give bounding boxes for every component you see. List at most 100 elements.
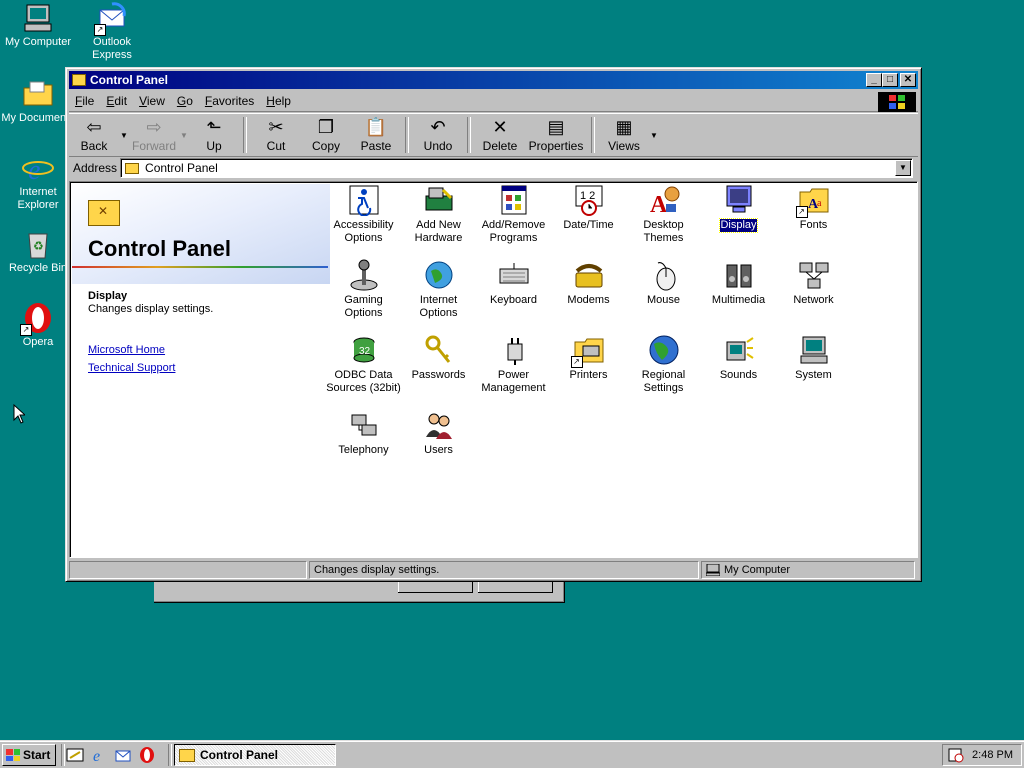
address-input[interactable]: Control Panel ▼ <box>120 158 913 178</box>
back-arrow-icon: ⇦ <box>86 117 102 137</box>
paste-button[interactable]: 📋 Paste <box>351 115 401 155</box>
shortcut-arrow-icon: ↗ <box>94 24 106 36</box>
menu-view[interactable]: View <box>133 94 171 108</box>
item-display[interactable]: Display <box>701 184 776 233</box>
desktop-icon-label: My Computer <box>4 36 72 48</box>
microsoft-home-link[interactable]: Microsoft Home <box>88 344 165 356</box>
delete-button[interactable]: ✕ Delete <box>475 115 525 155</box>
item-users[interactable]: Users <box>401 409 476 457</box>
multimedia-icon <box>723 259 755 291</box>
fonts-folder-icon: Aa ↗ <box>795 184 830 218</box>
menu-bar: File Edit View Go Favorites Help <box>69 91 918 112</box>
item-fonts[interactable]: Aa ↗ Fonts <box>776 184 851 232</box>
item-passwords[interactable]: Passwords <box>401 334 476 382</box>
computer-icon <box>706 564 720 576</box>
item-desktop-themes[interactable]: A Desktop Themes <box>626 184 701 245</box>
back-dropdown-icon[interactable]: ▼ <box>119 131 129 140</box>
globe-icon <box>423 259 455 291</box>
item-printers[interactable]: ↗ Printers <box>551 334 626 382</box>
technical-support-link[interactable]: Technical Support <box>88 362 175 374</box>
desktop-icon-label: Outlook Express <box>92 36 132 61</box>
hardware-icon <box>423 184 455 216</box>
item-regional-settings[interactable]: Regional Settings <box>626 334 701 395</box>
item-mouse[interactable]: Mouse <box>626 259 701 307</box>
pane-divider <box>72 266 328 268</box>
menu-help[interactable]: Help <box>260 94 297 108</box>
copy-button[interactable]: ❐ Copy <box>301 115 351 155</box>
internet-explorer-icon[interactable]: e <box>90 746 108 765</box>
toolbar-separator <box>405 117 409 153</box>
opera-icon[interactable] <box>138 746 156 764</box>
printer-folder-icon: ↗ <box>570 334 605 368</box>
keyboard-icon <box>498 259 530 291</box>
taskbar-button-control-panel[interactable]: Control Panel <box>174 744 336 766</box>
svg-text:e: e <box>28 155 40 184</box>
item-gaming-options[interactable]: Gaming Options <box>326 259 401 320</box>
selected-item-name: Display <box>88 290 128 302</box>
status-zone-label: My Computer <box>724 564 791 576</box>
toolbar-separator <box>467 117 471 153</box>
minimize-button[interactable]: _ <box>866 73 882 87</box>
outlook-express-icon[interactable] <box>114 746 132 764</box>
start-button[interactable]: Start <box>2 744 56 766</box>
item-internet-options[interactable]: Internet Options <box>401 259 476 320</box>
telephone-icon <box>573 259 605 291</box>
item-multimedia[interactable]: Multimedia <box>701 259 776 307</box>
menu-go[interactable]: Go <box>171 94 199 108</box>
accessibility-icon <box>348 184 380 217</box>
item-power-management[interactable]: Power Management <box>476 334 551 395</box>
item-modems[interactable]: Modems <box>551 259 626 307</box>
views-button[interactable]: ▦ Views <box>599 115 649 155</box>
back-button[interactable]: ⇦ Back <box>69 115 119 155</box>
forward-dropdown-icon[interactable]: ▼ <box>179 131 189 140</box>
telephony-icon <box>348 409 380 441</box>
speaker-icon <box>723 334 755 366</box>
item-odbc-data-sources[interactable]: 32 ODBC Data Sources (32bit) <box>326 334 401 395</box>
menu-file[interactable]: File <box>69 94 100 108</box>
up-folder-icon: ⬑ <box>206 117 222 137</box>
toolbar-separator <box>591 117 595 153</box>
item-date-time[interactable]: 1 2 Date/Time <box>551 184 626 232</box>
undo-icon: ↶ <box>430 117 446 137</box>
status-bar: Changes display settings. My Computer <box>69 561 918 579</box>
joystick-icon <box>348 259 380 291</box>
show-desktop-icon[interactable] <box>66 746 84 764</box>
globe-icon <box>648 334 680 366</box>
item-keyboard[interactable]: Keyboard <box>476 259 551 307</box>
toolbar: ⇦ Back ▼ ⇨ Forward ▼ ⬑ Up ✂ Cut ❐ Copy 📋 Paste… <box>69 113 918 157</box>
item-add-remove-programs[interactable]: Add/Remove Programs <box>476 184 551 245</box>
title-bar[interactable]: Control Panel _ □ ✕ <box>69 71 918 89</box>
odbc-database-icon: 32 <box>348 334 380 366</box>
opera-icon: ↗ <box>20 302 54 336</box>
keys-icon <box>423 334 455 366</box>
close-button[interactable]: ✕ <box>900 73 916 87</box>
outlook-express-icon: ↗ <box>94 2 128 36</box>
item-accessibility-options[interactable]: Accessibility Options <box>326 184 401 245</box>
address-dropdown-icon[interactable]: ▼ <box>895 160 911 176</box>
item-telephony[interactable]: Telephony <box>326 409 401 457</box>
tray-scheduler-icon[interactable] <box>948 747 964 763</box>
maximize-button[interactable]: □ <box>882 73 898 87</box>
views-dropdown-icon[interactable]: ▼ <box>649 131 659 140</box>
item-add-new-hardware[interactable]: Add New Hardware <box>401 184 476 245</box>
mouse-cursor-icon <box>13 404 25 424</box>
cut-button[interactable]: ✂ Cut <box>251 115 301 155</box>
menu-favorites[interactable]: Favorites <box>199 94 260 108</box>
item-system[interactable]: System <box>776 334 851 382</box>
windows-logo-icon <box>6 749 20 761</box>
clock[interactable]: 2:48 PM <box>972 749 1013 761</box>
desktop-icon-outlook-express[interactable]: ↗ Outlook Express <box>74 2 150 62</box>
properties-button[interactable]: ▤ Properties <box>525 115 587 155</box>
taskbar-button-label: Control Panel <box>200 748 279 762</box>
properties-icon: ▤ <box>547 117 565 137</box>
control-panel-folder-icon <box>125 162 140 174</box>
item-network[interactable]: Network <box>776 259 851 307</box>
item-sounds[interactable]: Sounds <box>701 334 776 382</box>
calendar-clock-icon: 1 2 <box>573 184 605 216</box>
up-button[interactable]: ⬑ Up <box>189 115 239 155</box>
menu-edit[interactable]: Edit <box>100 94 133 108</box>
undo-button[interactable]: ↶ Undo <box>413 115 463 155</box>
desktop-icon-my-computer[interactable]: My Computer <box>0 2 76 49</box>
forward-button[interactable]: ⇨ Forward <box>129 115 179 155</box>
system-tray: 2:48 PM <box>942 744 1022 766</box>
